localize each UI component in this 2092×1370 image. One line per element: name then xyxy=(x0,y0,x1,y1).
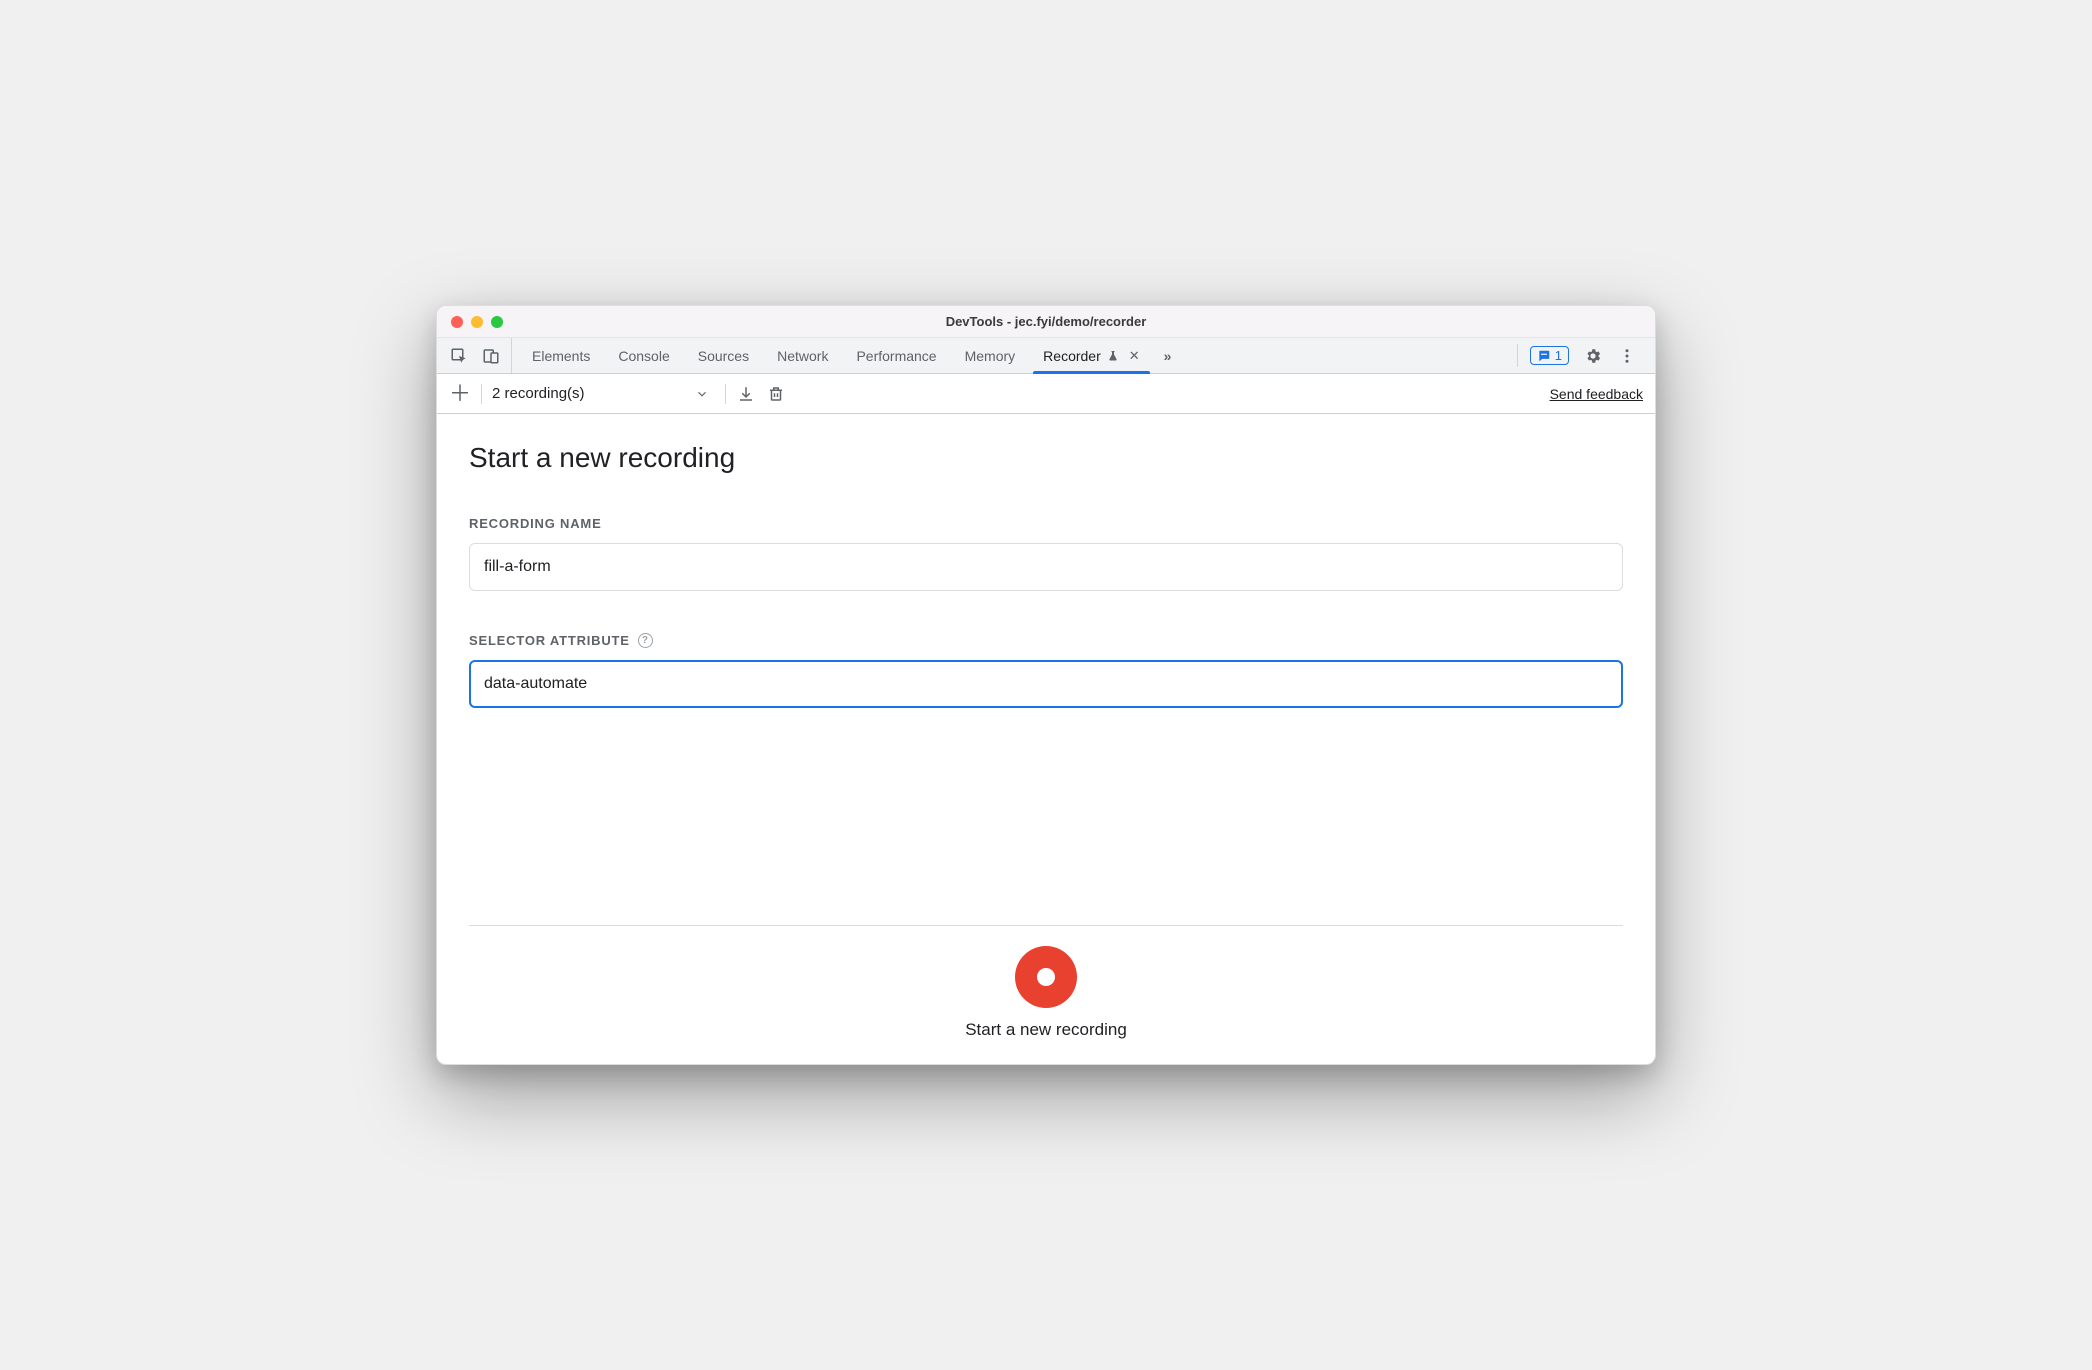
issues-count: 1 xyxy=(1555,348,1562,363)
device-toolbar-icon[interactable] xyxy=(481,346,501,366)
experiment-flask-icon xyxy=(1107,350,1119,362)
titlebar: DevTools - jec.fyi/demo/recorder xyxy=(437,306,1655,338)
inspect-element-icon[interactable] xyxy=(449,346,469,366)
recording-name-label: Recording Name xyxy=(469,516,1623,531)
help-icon[interactable]: ? xyxy=(638,633,653,648)
recording-name-input[interactable] xyxy=(469,543,1623,591)
export-icon[interactable] xyxy=(736,384,756,404)
tab-network[interactable]: Network xyxy=(763,338,842,373)
tab-sources[interactable]: Sources xyxy=(684,338,763,373)
recordings-dropdown[interactable]: 2 recording(s) xyxy=(492,385,715,402)
tab-label: Performance xyxy=(856,348,936,364)
divider xyxy=(481,384,482,404)
issues-badge[interactable]: 1 xyxy=(1530,346,1569,365)
chat-icon xyxy=(1537,349,1551,363)
close-window-button[interactable] xyxy=(451,316,463,328)
devtools-window: DevTools - jec.fyi/demo/recorder Element… xyxy=(436,305,1656,1065)
selector-attribute-input[interactable] xyxy=(469,660,1623,708)
tab-elements[interactable]: Elements xyxy=(518,338,604,373)
tab-label: Elements xyxy=(532,348,590,364)
start-recording-label: Start a new recording xyxy=(965,1020,1127,1040)
tab-console[interactable]: Console xyxy=(604,338,683,373)
tab-performance[interactable]: Performance xyxy=(842,338,950,373)
settings-gear-icon[interactable] xyxy=(1583,346,1603,366)
recorder-toolbar: ＋ 2 recording(s) Send feedback xyxy=(437,374,1655,414)
window-controls xyxy=(451,316,503,328)
selector-attribute-field-group: Selector Attribute ? xyxy=(469,633,1623,708)
send-feedback-link[interactable]: Send feedback xyxy=(1550,386,1643,402)
record-dot-icon xyxy=(1037,968,1055,986)
tab-label: Network xyxy=(777,348,828,364)
selector-attribute-label-text: Selector Attribute xyxy=(469,633,630,648)
recordings-count-label: 2 recording(s) xyxy=(492,385,585,402)
selector-attribute-label: Selector Attribute ? xyxy=(469,633,1623,648)
chevron-down-icon xyxy=(695,387,709,401)
page-title: Start a new recording xyxy=(469,442,1623,474)
delete-trash-icon[interactable] xyxy=(766,384,786,404)
new-recording-button[interactable]: ＋ xyxy=(449,383,471,405)
divider xyxy=(1517,344,1518,367)
tab-label: Memory xyxy=(965,348,1016,364)
divider xyxy=(725,384,726,404)
tab-label: Sources xyxy=(698,348,749,364)
close-tab-icon[interactable]: ✕ xyxy=(1129,348,1140,364)
tab-recorder[interactable]: Recorder ✕ xyxy=(1029,338,1154,373)
tab-strip: Elements Console Sources Network Perform… xyxy=(437,338,1655,374)
recording-name-field-group: Recording Name xyxy=(469,516,1623,591)
minimize-window-button[interactable] xyxy=(471,316,483,328)
zoom-window-button[interactable] xyxy=(491,316,503,328)
recorder-panel: Start a new recording Recording Name Sel… xyxy=(437,414,1655,1064)
tab-label: Console xyxy=(618,348,669,364)
panel-tabs: Elements Console Sources Network Perform… xyxy=(518,338,1511,373)
more-tabs-button[interactable]: » xyxy=(1154,338,1182,373)
kebab-menu-icon[interactable] xyxy=(1617,346,1637,366)
window-title: DevTools - jec.fyi/demo/recorder xyxy=(437,314,1655,329)
start-recording-button[interactable] xyxy=(1015,946,1077,1008)
tab-label: Recorder xyxy=(1043,348,1101,364)
footer: Start a new recording xyxy=(469,925,1623,1064)
tab-memory[interactable]: Memory xyxy=(951,338,1030,373)
